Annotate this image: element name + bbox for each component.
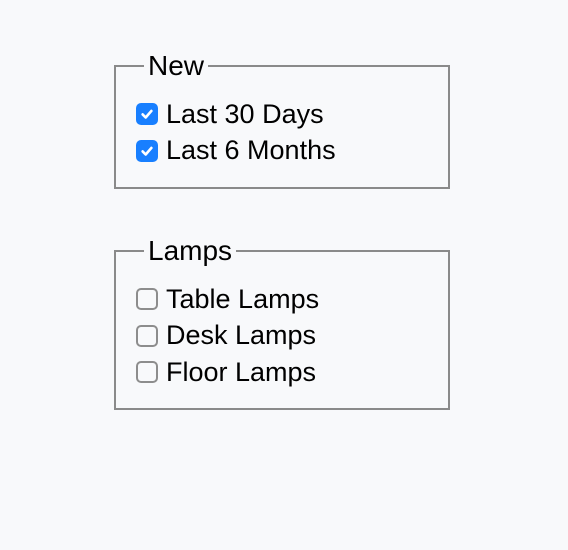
option-label: Table Lamps [166,281,319,317]
group-legend: New [144,50,208,82]
checkmark-icon [140,107,154,121]
checkbox-desk-lamps[interactable] [136,325,158,347]
checkmark-icon [140,144,154,158]
option-row: Last 30 Days [136,96,428,132]
group-legend: Lamps [144,235,236,267]
option-row: Table Lamps [136,281,428,317]
option-label: Floor Lamps [166,354,316,390]
checkbox-table-lamps[interactable] [136,288,158,310]
option-label: Last 6 Months [166,132,336,168]
group-lamps: Lamps Table Lamps Desk Lamps Floor Lamps [114,235,450,410]
option-row: Desk Lamps [136,317,428,353]
option-label: Desk Lamps [166,317,316,353]
checkbox-floor-lamps[interactable] [136,361,158,383]
option-row: Floor Lamps [136,354,428,390]
checkbox-last-6-months[interactable] [136,140,158,162]
checkbox-last-30-days[interactable] [136,103,158,125]
group-new: New Last 30 Days Last 6 Months [114,50,450,189]
option-row: Last 6 Months [136,132,428,168]
option-label: Last 30 Days [166,96,324,132]
